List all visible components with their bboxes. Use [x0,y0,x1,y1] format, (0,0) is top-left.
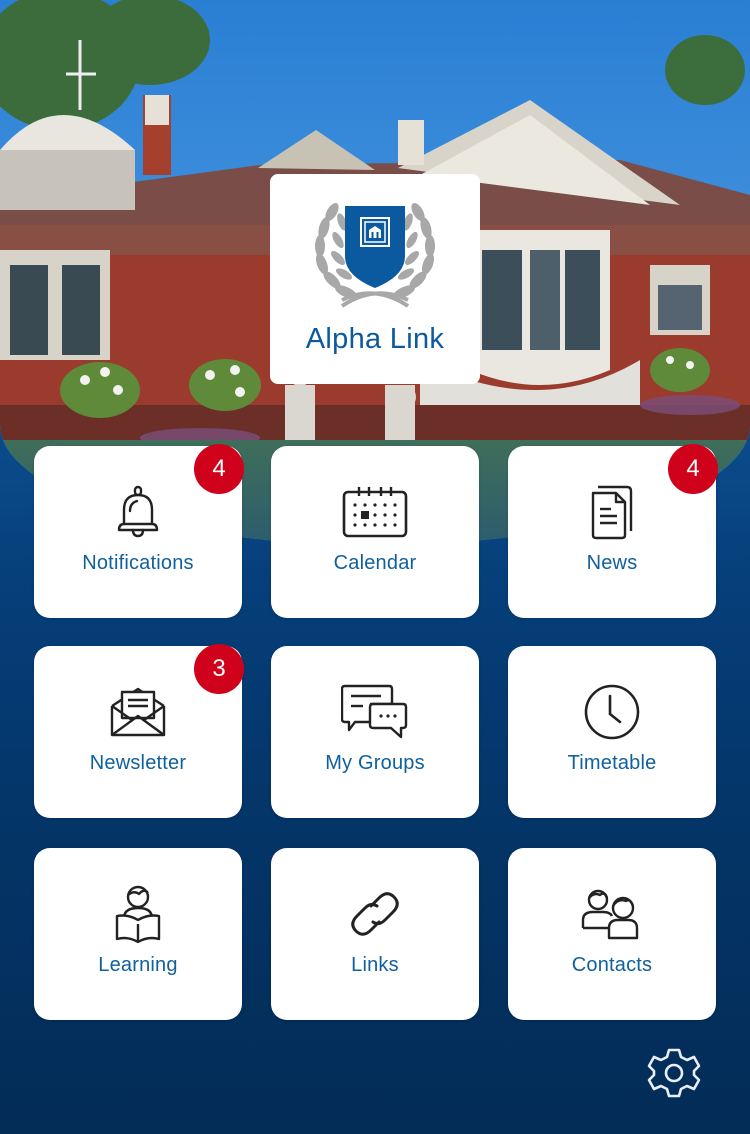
tile-timetable[interactable]: Timetable [508,646,716,818]
tile-notifications[interactable]: Notifications 4 [34,444,244,618]
clock-icon [576,682,648,742]
tile-label: Newsletter [89,752,187,774]
newsletter-count-badge: 3 [194,644,244,694]
tile-label: News [586,552,638,574]
tile-my-groups[interactable]: My Groups [271,646,479,818]
tile-learning[interactable]: Learning [34,848,242,1020]
tile-news[interactable]: News 4 [508,444,718,618]
tile-newsletter[interactable]: Newsletter 3 [34,644,244,818]
tile-label: Timetable [567,752,657,774]
tile-label: Notifications [82,552,194,574]
calendar-icon [339,482,411,542]
chat-bubbles-icon [339,682,411,742]
tile-links[interactable]: Links [271,848,479,1020]
news-count-badge: 4 [668,444,718,494]
gear-icon [647,1048,701,1098]
bell-icon [102,482,174,542]
people-icon [576,884,648,944]
link-chain-icon [339,884,411,944]
tile-contacts[interactable]: Contacts [508,848,716,1020]
settings-button[interactable] [647,1046,701,1100]
notification-count-badge: 4 [194,444,244,494]
tile-label: Links [351,954,399,976]
documents-icon [576,482,648,542]
tile-calendar[interactable]: Calendar [271,446,479,618]
tile-label: Learning [98,954,178,976]
tile-label: Calendar [333,552,417,574]
menu-grid: Notifications 4 Calendar News 4 Newslett… [0,0,750,1134]
tile-label: My Groups [325,752,425,774]
reading-student-icon [102,884,174,944]
tile-label: Contacts [571,954,653,976]
open-envelope-icon [102,682,174,742]
